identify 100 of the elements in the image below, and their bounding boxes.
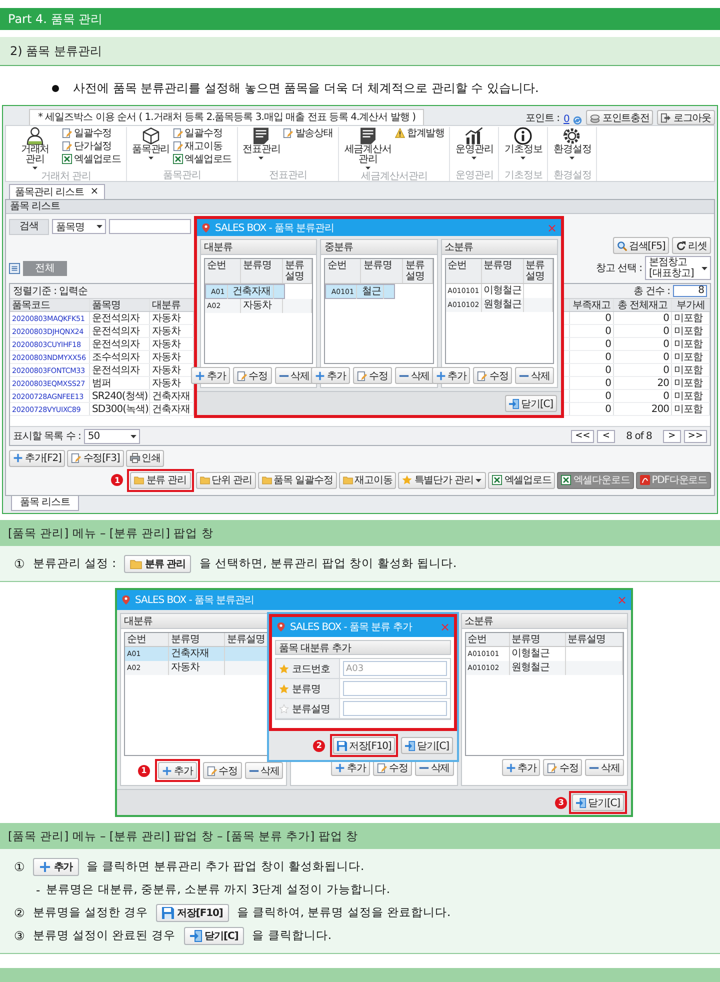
column-header: 분류명 <box>510 633 566 646</box>
step-text: 분류명은 대분류, 중분류, 소분류 까지 3단계 설정이 가능합니다. <box>46 882 390 897</box>
window-title: SALES BOX - 품목 분류관리 <box>135 594 254 607</box>
window-title: SALES BOX - 품목 분류관리 <box>215 222 334 234</box>
table-cell: 미포함 <box>672 364 710 376</box>
table-cell: 0 <box>570 377 614 389</box>
step-text: 을 선택하면, 분류관리 팝업 창이 활성화 됩니다. <box>199 556 457 571</box>
dash-mark: - <box>36 882 40 896</box>
panel-header: 품목 대분류 추가 <box>275 640 451 655</box>
column-header: 분류설명 <box>524 259 553 283</box>
field-label: 검색 <box>9 218 49 234</box>
panel-header: 소분류 <box>442 240 557 255</box>
panel-header: 소분류 <box>462 614 627 629</box>
step-text: 분류관리 설정 : <box>32 556 116 571</box>
window-title: SALES BOX - 품목 분류 추가 <box>290 621 412 634</box>
step-text: 을 클릭하면 분류관리 추가 팝업 창이 활성화됩니다. <box>86 859 364 874</box>
field-label: 분류설명 <box>292 702 330 716</box>
section-header: [품목 관리] 메뉴 – [분류 관리] 팝업 창 – [품목 분류 추가] 팝업 창 <box>0 823 720 849</box>
close-button-image: 닫기[C] <box>184 926 244 944</box>
table-cell: 운전석의자 <box>90 364 150 376</box>
column-header: 순번 <box>325 259 362 283</box>
page-status: 8 of 8 <box>625 430 653 442</box>
column-header: 순번 <box>125 633 169 646</box>
intro-text: 사전에 품목 분류관리를 설정해 놓으면 품목을 더욱 더 체계적으로 관리할 수 있습니다. <box>73 80 539 97</box>
table-cell: 0 <box>570 351 614 363</box>
step-text: 분류명을 설정한 경우 <box>32 905 148 920</box>
step-number: ① <box>14 556 25 570</box>
table-cell: 자동차 <box>169 661 225 675</box>
table-cell: 원형철근 <box>510 661 566 675</box>
table-cell: 조수석의자 <box>90 351 150 363</box>
column-header: 순번 <box>205 259 241 283</box>
add-button-image: 추가 <box>32 858 79 876</box>
table-cell: 0 <box>570 390 614 402</box>
group-caption: 환경설정 <box>553 170 592 181</box>
table-cell: 미포함 <box>672 351 710 363</box>
table-cell: 범퍼 <box>90 377 150 389</box>
table-cell: 운전석의자 <box>90 325 150 337</box>
table-cell: 0 <box>570 364 614 376</box>
table-cell: 미포함 <box>672 325 710 337</box>
column-header: 순번 <box>446 259 482 283</box>
column-header: 분류설명 <box>566 633 623 646</box>
group-caption: 세금계산서관리 <box>360 171 428 182</box>
table-cell: 0 <box>614 338 672 350</box>
column-header: 분류설명 <box>283 259 312 283</box>
table-cell: 0 <box>614 390 672 402</box>
points-label: 포인트 : <box>525 112 560 125</box>
section-title: 2) 품목 분류관리 <box>0 37 720 66</box>
step-text: 을 클릭하여, 분류명 설정을 완료합니다. <box>236 905 451 920</box>
table-cell: 미포함 <box>672 377 710 389</box>
table-cell: 0 <box>614 312 672 324</box>
table-cell: 0 <box>570 403 614 415</box>
table-cell: SR240(청색) <box>90 390 150 402</box>
table-cell: 미포함 <box>672 403 710 415</box>
step-number: ② <box>14 906 25 920</box>
table-cell: 미포함 <box>672 390 710 402</box>
step-number: ③ <box>14 928 25 942</box>
field-label: 총 건수 : <box>633 285 670 298</box>
group-caption: 품목관리 <box>162 170 201 181</box>
column-header: 품목명 <box>90 299 150 311</box>
step-text: 분류명 설정이 완료된 경우 <box>32 928 176 943</box>
table-cell: 미포함 <box>672 338 710 350</box>
column-header: 분류명 <box>361 259 404 283</box>
field-label: 분류명 <box>292 682 320 696</box>
step-marker: 3 <box>555 796 568 808</box>
column-header: 품목코드 <box>10 299 90 311</box>
column-header: 분류명 <box>241 259 283 283</box>
table-cell: 원형철근 <box>482 298 524 312</box>
table-cell: 20 <box>614 377 672 389</box>
group-caption: 전표관리 <box>268 170 307 181</box>
count-field: 8 <box>673 285 707 297</box>
field-label: 표시할 목록 수 : <box>13 430 81 443</box>
table-cell: 0 <box>570 338 614 350</box>
step-marker: 1 <box>138 764 150 776</box>
panel-header: 대분류 <box>201 240 316 255</box>
group-caption: 거래처 관리 <box>40 171 92 182</box>
table-cell: 운전석의자 <box>90 312 150 324</box>
table-cell: 자동차 <box>241 299 283 313</box>
step-marker: 2 <box>313 740 326 752</box>
field-label: 코드번호 <box>292 662 330 676</box>
table-cell: 철근 <box>360 284 384 298</box>
group-caption: 기초정보 <box>504 170 542 181</box>
table-cell: 운전석의자 <box>90 338 150 350</box>
page-title: Part 4. 품목 관리 <box>0 8 720 30</box>
column-header: 분류명 <box>169 633 225 646</box>
table-cell: 미포함 <box>672 312 710 324</box>
table-cell: 200 <box>614 403 672 415</box>
table-cell: 0 <box>614 364 672 376</box>
step-number: ① <box>14 860 25 874</box>
step-text: 을 클릭합니다. <box>252 928 332 943</box>
table-cell: 0 <box>570 325 614 337</box>
column-header: 부족재고 <box>570 299 614 311</box>
column-header: 순번 <box>466 633 510 646</box>
section-header: [품목 관리] 메뉴 – [분류 관리] 팝업 창 <box>0 520 720 546</box>
column-header: 분류설명 <box>403 259 433 283</box>
table-cell: 0 <box>614 325 672 337</box>
save-button-image: 저장[F10] <box>156 904 229 922</box>
panel-title: 품목 리스트 <box>6 200 714 214</box>
table-cell: 0 <box>614 351 672 363</box>
column-header: 분류명 <box>482 259 524 283</box>
column-header: 총 전체재고 <box>614 299 672 311</box>
